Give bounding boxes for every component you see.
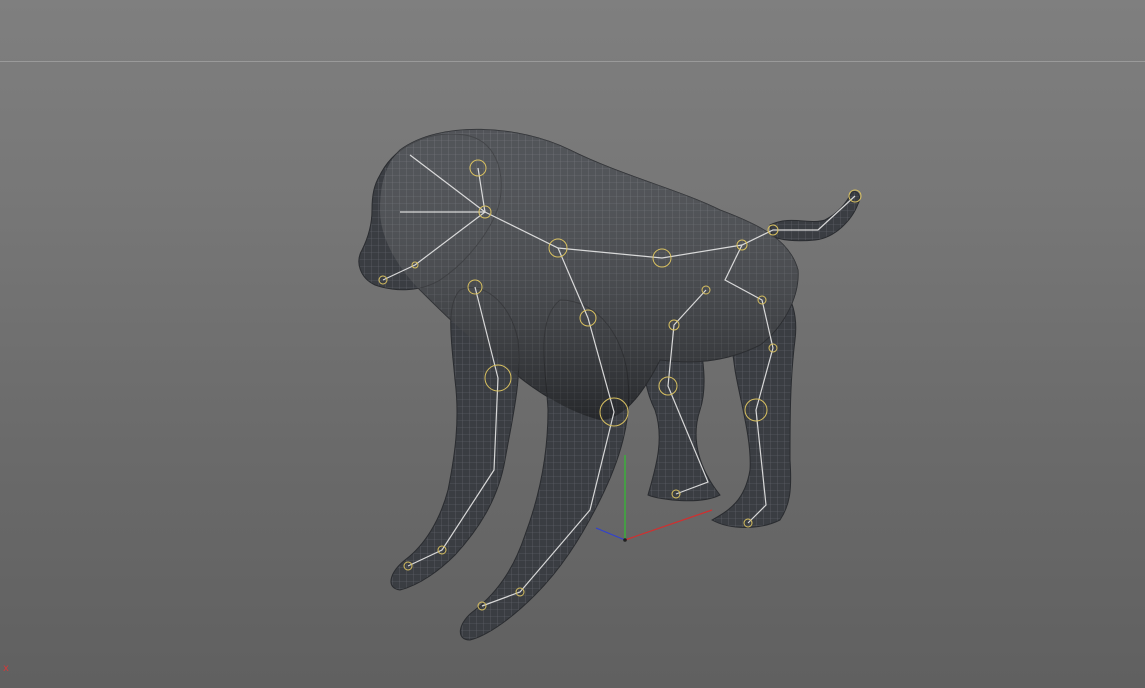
axis-origin [623, 538, 627, 542]
baboon-mesh[interactable] [358, 128, 861, 641]
axis-z [595, 527, 626, 541]
axis-x [624, 509, 713, 541]
corner-axis-label: x [3, 663, 9, 674]
3d-viewport[interactable]: x [0, 0, 1145, 688]
viewport-scene[interactable] [0, 0, 1145, 688]
tail [769, 191, 861, 242]
